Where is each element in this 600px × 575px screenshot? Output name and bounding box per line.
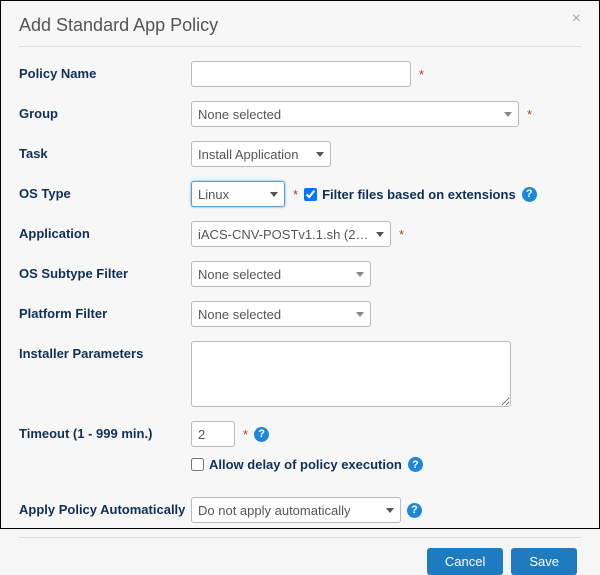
required-marker: * [241, 428, 248, 441]
row-policy-name: Policy Name * [19, 61, 581, 87]
footer-divider [19, 537, 581, 538]
row-os-subtype-filter: OS Subtype Filter None selected [19, 261, 581, 287]
modal-footer: Cancel Save [19, 548, 581, 575]
label-os-type: OS Type [19, 181, 191, 201]
help-icon[interactable]: ? [407, 503, 422, 518]
policy-name-input[interactable] [191, 61, 411, 87]
task-select[interactable]: Install Application [191, 141, 331, 167]
required-marker: * [525, 108, 532, 121]
chevron-down-icon [316, 152, 324, 157]
modal-header: Add Standard App Policy × [19, 15, 581, 36]
filter-files-checkbox-group: Filter files based on extensions [304, 187, 516, 202]
chevron-down-icon [356, 312, 364, 317]
chevron-down-icon [270, 192, 278, 197]
row-apply-policy-auto: Apply Policy Automatically Do not apply … [19, 497, 581, 523]
allow-delay-checkbox[interactable] [191, 458, 204, 471]
save-button[interactable]: Save [511, 548, 577, 575]
filter-files-checkbox[interactable] [304, 188, 317, 201]
required-marker: * [397, 228, 404, 241]
timeout-input[interactable] [191, 421, 235, 447]
apply-policy-auto-value: Do not apply automatically [198, 503, 350, 518]
group-select-value: None selected [198, 107, 281, 122]
label-apply-policy-auto: Apply Policy Automatically [19, 497, 191, 517]
label-empty [19, 457, 191, 462]
row-application: Application iACS-CNV-POSTv1.1.sh (2 Repo… [19, 221, 581, 247]
close-icon[interactable]: × [572, 11, 581, 27]
group-select[interactable]: None selected [191, 101, 519, 127]
apply-policy-auto-select[interactable]: Do not apply automatically [191, 497, 401, 523]
row-allow-delay: Allow delay of policy execution ? [19, 457, 581, 483]
required-marker: * [417, 68, 424, 81]
allow-delay-checkbox-group: Allow delay of policy execution [191, 457, 402, 472]
header-divider [19, 46, 581, 47]
os-subtype-filter-value: None selected [198, 267, 281, 282]
label-installer-parameters: Installer Parameters [19, 341, 191, 361]
row-group: Group None selected * [19, 101, 581, 127]
row-platform-filter: Platform Filter None selected [19, 301, 581, 327]
add-standard-app-policy-modal: Add Standard App Policy × Policy Name * … [0, 0, 600, 529]
platform-filter-value: None selected [198, 307, 281, 322]
help-icon[interactable]: ? [254, 427, 269, 442]
chevron-down-icon [504, 112, 512, 117]
task-select-value: Install Application [198, 147, 298, 162]
label-platform-filter: Platform Filter [19, 301, 191, 321]
os-type-select[interactable]: Linux [191, 181, 285, 207]
row-task: Task Install Application [19, 141, 581, 167]
label-os-subtype-filter: OS Subtype Filter [19, 261, 191, 281]
installer-parameters-textarea[interactable] [191, 341, 511, 407]
label-group: Group [19, 101, 191, 121]
os-subtype-filter-select[interactable]: None selected [191, 261, 371, 287]
row-timeout: Timeout (1 - 999 min.) * ? [19, 421, 581, 447]
platform-filter-select[interactable]: None selected [191, 301, 371, 327]
label-timeout: Timeout (1 - 999 min.) [19, 421, 191, 441]
help-icon[interactable]: ? [408, 457, 423, 472]
chevron-down-icon [376, 232, 384, 237]
chevron-down-icon [356, 272, 364, 277]
row-installer-parameters: Installer Parameters [19, 341, 581, 407]
cancel-button[interactable]: Cancel [427, 548, 503, 575]
application-select-value: iACS-CNV-POSTv1.1.sh (2 Reposi [198, 227, 370, 242]
required-marker: * [291, 188, 298, 201]
os-type-select-value: Linux [198, 187, 229, 202]
label-policy-name: Policy Name [19, 61, 191, 81]
row-os-type: OS Type Linux * Filter files based on ex… [19, 181, 581, 207]
chevron-down-icon [386, 508, 394, 513]
application-select[interactable]: iACS-CNV-POSTv1.1.sh (2 Reposi [191, 221, 391, 247]
label-application: Application [19, 221, 191, 241]
label-task: Task [19, 141, 191, 161]
filter-files-label: Filter files based on extensions [322, 187, 516, 202]
modal-title: Add Standard App Policy [19, 15, 218, 36]
help-icon[interactable]: ? [522, 187, 537, 202]
allow-delay-label: Allow delay of policy execution [209, 457, 402, 472]
